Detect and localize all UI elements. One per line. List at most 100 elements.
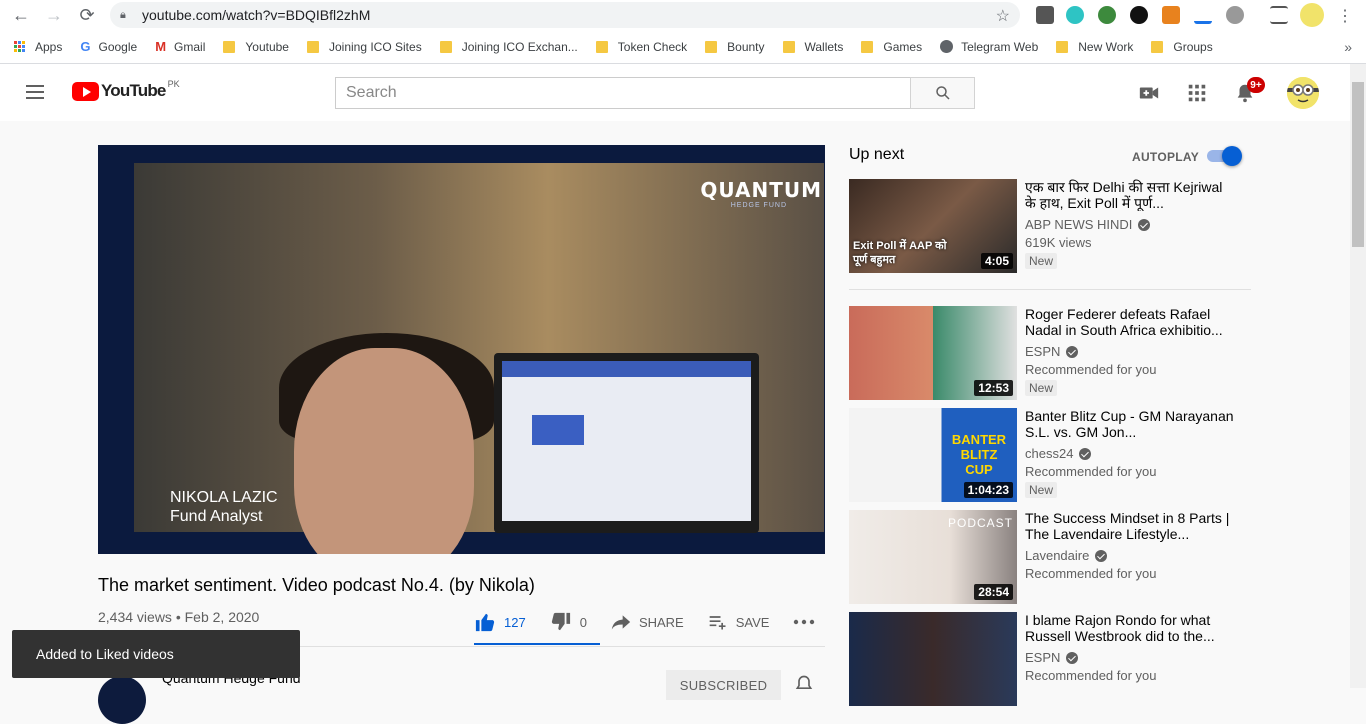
bookmarks-overflow-icon[interactable]: » [1344, 39, 1352, 55]
menu-icon[interactable] [26, 85, 44, 99]
bookmark-star-icon[interactable]: ☆ [996, 6, 1010, 26]
check-extension-icon[interactable] [1194, 6, 1212, 24]
forward-arrow-icon[interactable]: → [43, 4, 65, 26]
bookmark-label: Google [98, 39, 138, 54]
subscribe-button[interactable]: SUBSCRIBED [666, 670, 781, 700]
recommendation-title[interactable]: Banter Blitz Cup - GM Narayanan S.L. vs.… [1025, 408, 1235, 440]
address-bar[interactable]: 🔒︎ youtube.com/watch?v=BDQIBfl2zhM ☆ [110, 2, 1020, 28]
autoplay-toggle[interactable] [1205, 146, 1242, 166]
recommendation-subtext: Recommended for you [1025, 464, 1157, 479]
thumbnail-caption: PODCAST [947, 516, 1013, 530]
lock-icon: 🔒︎ [120, 9, 126, 21]
bookmark-item[interactable]: Joining ICO Sites [306, 40, 422, 54]
search-button[interactable] [910, 77, 975, 109]
bookmarks-bar: Apps G Google M Gmail Youtube Joining ICO Site… [0, 30, 1366, 64]
dislike-button[interactable]: 0 [550, 612, 587, 632]
monitor-graphic [494, 353, 759, 533]
globe-icon [940, 40, 954, 53]
video-title: The market sentiment. Video podcast No.4… [98, 575, 535, 595]
create-video-icon[interactable] [1138, 82, 1160, 104]
bookmark-label: Telegram Web [961, 39, 1039, 54]
lower-third-role: Fund Analyst [170, 508, 263, 525]
recommendation-channel: ABP NEWS HINDI [1025, 217, 1235, 232]
bookmark-item[interactable]: Token Check [595, 40, 687, 54]
share-button[interactable]: SHARE [611, 613, 684, 631]
bookmark-item[interactable]: M Gmail [155, 39, 205, 54]
search-input[interactable] [346, 84, 910, 102]
refresh-extension-icon[interactable] [1066, 6, 1084, 24]
bookmark-label: Wallets [804, 39, 844, 54]
bookmark-item[interactable]: Joining ICO Exchan... [439, 39, 578, 54]
a-extension-icon[interactable] [1130, 6, 1148, 24]
menu-dots-icon[interactable]: ⋮ [1336, 6, 1354, 25]
recommendation-item[interactable]: Exit Poll में AAP को पूर्ण बहुमत 4:05 एक ब… [849, 179, 1249, 273]
account-avatar[interactable] [1287, 77, 1319, 109]
video-thumbnail[interactable]: BANTER BLITZ CUP 1:04:23 [849, 408, 1017, 502]
recommendation-title[interactable]: एक बार फिर Delhi की सत्ता Kejriwal के हा… [1025, 179, 1235, 211]
bookmark-item[interactable]: Youtube [223, 40, 289, 54]
video-thumbnail[interactable] [849, 612, 1017, 706]
bookmark-item[interactable]: Telegram Web [940, 40, 1038, 54]
video-actions: 127 0 SHARE SAVE [474, 600, 847, 644]
recommendation-subtext: Recommended for you [1025, 362, 1157, 377]
bookmark-label: Games [883, 39, 923, 54]
recommendation-subtext: 619K views [1025, 235, 1092, 250]
folder-icon [782, 40, 795, 53]
apps-grid-icon[interactable] [1186, 82, 1208, 104]
scrollbar-thumb[interactable] [1352, 82, 1364, 247]
recommendation-subtext: Recommended for you [1025, 566, 1157, 581]
folder-icon [705, 40, 718, 53]
recommendation-channel: chess24 [1025, 446, 1235, 461]
globe-extension-icon[interactable] [1098, 6, 1116, 24]
video-player[interactable]: QUANTUM HEDGE FUND NIKOLA LAZIC Fund Ana… [98, 145, 825, 554]
search-box[interactable] [335, 77, 911, 109]
page-scrollbar[interactable] [1350, 64, 1366, 688]
bookmark-label: Bounty [727, 39, 765, 54]
bookmark-label: Joining ICO Exchan... [461, 39, 578, 54]
recommendation-subtext: Recommended for you [1025, 668, 1157, 683]
bookmark-item[interactable]: New Work [1056, 40, 1133, 54]
channel-label: chess24 [1025, 446, 1074, 461]
save-button[interactable]: SAVE [708, 613, 769, 631]
video-thumbnail[interactable]: Exit Poll में AAP को पूर्ण बहुमत 4:05 [849, 179, 1017, 273]
bookmark-item[interactable]: Games [861, 40, 922, 54]
verified-check-icon [1138, 218, 1151, 231]
bell-subscription-icon[interactable] [794, 674, 814, 694]
bookmark-item[interactable]: G Google [80, 39, 137, 54]
cloud-extension-icon[interactable] [1226, 6, 1244, 24]
video-thumbnail[interactable]: PODCAST 28:54 [849, 510, 1017, 604]
folder-icon [595, 40, 608, 53]
recommendation-item[interactable]: I blame Rajon Rondo for what Russell Wes… [849, 612, 1249, 706]
playlist-icon[interactable] [1270, 6, 1288, 24]
folder-icon [861, 40, 874, 53]
recommendation-title[interactable]: Roger Federer defeats Rafael Nadal in So… [1025, 306, 1235, 338]
metamask-icon[interactable] [1162, 6, 1180, 24]
player-watermark: QUANTUM [700, 178, 822, 202]
recommendation-title[interactable]: I blame Rajon Rondo for what Russell Wes… [1025, 612, 1235, 644]
bookmark-item[interactable]: Wallets [782, 39, 844, 54]
bookmark-item[interactable]: Apps [14, 40, 62, 54]
video-thumbnail[interactable]: 12:53 [849, 306, 1017, 400]
like-button[interactable]: 127 [474, 612, 526, 632]
new-badge: New [1025, 482, 1058, 498]
more-actions-button[interactable] [793, 619, 823, 625]
recommendation-info: एक बार फिर Delhi की सत्ता Kejriwal के हा… [1025, 179, 1235, 270]
bookmark-item[interactable]: Groups [1151, 40, 1213, 54]
minion-avatar-icon [1287, 77, 1319, 109]
qr-extension-icon[interactable] [1036, 6, 1054, 24]
channel-label: Lavendaire [1025, 548, 1090, 563]
recommendation-title[interactable]: The Success Mindset in 8 Parts | The Lav… [1025, 510, 1235, 542]
bookmark-item[interactable]: Bounty [705, 39, 765, 54]
lower-third-name: NIKOLA LAZIC [170, 489, 278, 506]
youtube-logo[interactable]: YouTube PK [72, 79, 180, 101]
back-arrow-icon[interactable]: ← [10, 4, 32, 26]
recommendation-item[interactable]: 12:53 Roger Federer defeats Rafael Nadal … [849, 306, 1249, 400]
channel-avatar[interactable] [98, 676, 146, 724]
more-horizontal-icon [794, 619, 815, 625]
video-duration: 1:04:23 [963, 482, 1013, 498]
recommendation-item[interactable]: BANTER BLITZ CUP 1:04:23 Banter Blitz Cup … [849, 408, 1249, 502]
folder-icon [439, 40, 452, 53]
reload-icon[interactable]: ⟳ [76, 4, 98, 26]
profile-avatar-icon[interactable] [1300, 3, 1324, 27]
recommendation-item[interactable]: PODCAST 28:54 The Success Mindset in 8 Par… [849, 510, 1249, 604]
